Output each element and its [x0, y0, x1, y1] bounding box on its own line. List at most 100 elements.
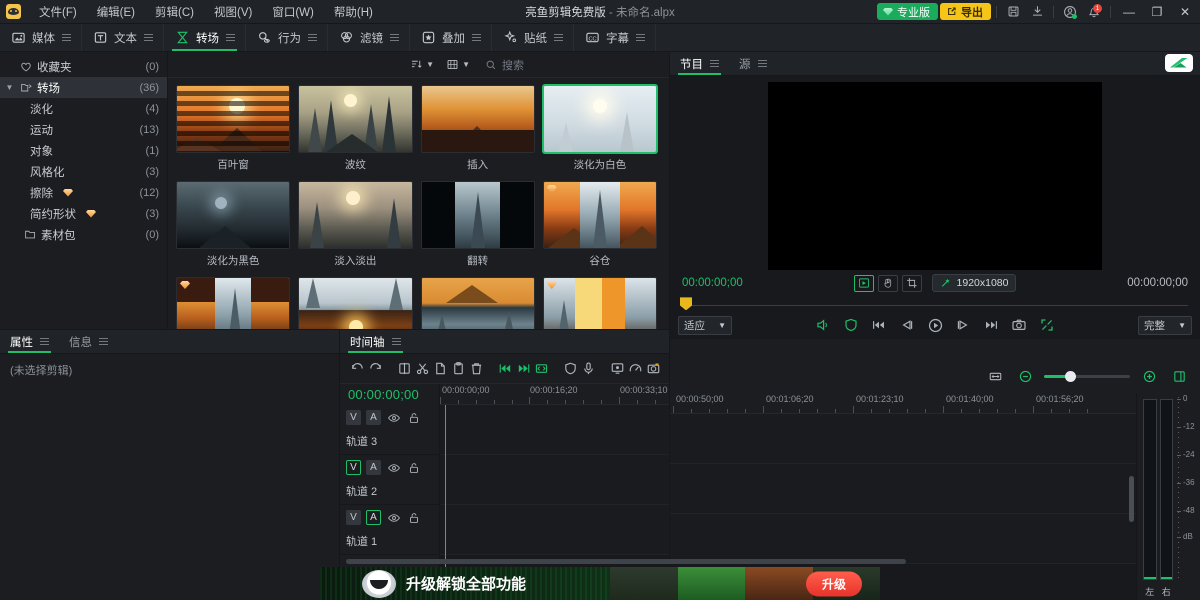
tab-info[interactable]: 信息 [59, 330, 118, 353]
tab-source[interactable]: 源 [729, 52, 777, 75]
thumbnail[interactable] [420, 85, 535, 153]
toolbar-tab-behavior[interactable]: 行为 [246, 24, 328, 51]
view-mode-button[interactable]: ▼ [443, 56, 473, 73]
grid-item[interactable]: 插入 [417, 82, 539, 178]
zoom-out-icon[interactable] [1014, 366, 1036, 388]
undo-icon[interactable] [350, 358, 365, 380]
grid-item[interactable]: 光圈 [172, 274, 294, 329]
account-icon[interactable] [1059, 2, 1081, 22]
sidebar-item-simple-shape[interactable]: 简约形状 (3) [0, 203, 167, 224]
mark-out-icon[interactable] [516, 358, 531, 380]
screen-record-icon[interactable] [610, 358, 625, 380]
sidebar-item-wipe[interactable]: 擦除 (12) [0, 182, 167, 203]
sidebar-item-motion[interactable]: 运动 (13) [0, 119, 167, 140]
menu-handle-icon[interactable] [390, 34, 399, 41]
eye-icon[interactable] [386, 460, 401, 475]
thumbnail[interactable] [298, 181, 413, 249]
menu-handle-icon[interactable] [757, 60, 767, 67]
microphone-icon[interactable] [581, 358, 596, 380]
play-icon[interactable] [926, 316, 945, 335]
preview-current-time[interactable]: 00:00:00;00 [682, 277, 743, 289]
hand-tool-icon[interactable] [877, 274, 898, 292]
track-lane-1[interactable] [670, 513, 1136, 564]
video-canvas[interactable] [768, 82, 1102, 270]
thumbnail[interactable] [298, 277, 413, 329]
toolbar-tab-sticker[interactable]: 贴纸 [492, 24, 574, 51]
menu-window[interactable]: 窗口(W) [262, 1, 324, 23]
video-viewport[interactable] [670, 76, 1200, 272]
step-back-icon[interactable] [898, 316, 917, 335]
resolution-button[interactable]: 1920x1080 [931, 274, 1017, 293]
split-view-icon[interactable] [397, 358, 412, 380]
clip-range-icon[interactable] [534, 358, 549, 380]
eye-icon[interactable] [386, 510, 401, 525]
menu-clip[interactable]: 剪辑(C) [145, 1, 204, 23]
zoom-slider-handle[interactable] [1065, 371, 1076, 382]
preview-scrubber[interactable] [670, 294, 1200, 313]
sidebar-item-asset-pack[interactable]: 素材包 (0) [0, 224, 167, 245]
sidebar-item-stylize[interactable]: 风格化 (3) [0, 161, 167, 182]
paste-icon[interactable] [451, 358, 466, 380]
toolbar-tab-subtitle[interactable]: CC 字幕 [574, 24, 656, 51]
menu-handle-icon[interactable] [226, 34, 235, 41]
toolbar-tab-media[interactable]: 媒体 [0, 24, 82, 51]
track1-video-toggle[interactable]: V [346, 510, 361, 525]
menu-handle-icon[interactable] [554, 34, 563, 41]
grid-item[interactable]: 滑到顶部 [417, 274, 539, 329]
speed-icon[interactable] [628, 358, 643, 380]
menu-handle-icon[interactable] [144, 34, 153, 41]
menu-help[interactable]: 帮助(H) [324, 1, 383, 23]
search-input[interactable]: 搜索 [479, 56, 659, 74]
minimize-button[interactable]: — [1116, 1, 1142, 23]
thumbnail[interactable] [542, 85, 657, 153]
safe-margin-icon[interactable] [842, 316, 861, 335]
grid-item[interactable]: 谷仓 [539, 178, 661, 274]
tab-program[interactable]: 节目 [670, 52, 729, 75]
thumbnail[interactable] [176, 85, 291, 153]
track2-video-toggle[interactable]: V [346, 460, 361, 475]
quality-select[interactable]: 完整 ▼ [1138, 315, 1192, 335]
sort-button[interactable]: ▼ [407, 56, 437, 73]
menu-edit[interactable]: 编辑(E) [87, 1, 145, 23]
thumbnail[interactable] [298, 85, 413, 153]
track-lane-3[interactable] [440, 405, 669, 455]
grid-item[interactable]: 翻转 [417, 178, 539, 274]
menu-file[interactable]: 文件(F) [29, 1, 87, 23]
grid-item[interactable]: 淡化为黑色 [172, 178, 294, 274]
menu-handle-icon[interactable] [710, 60, 719, 67]
cut-icon[interactable] [415, 358, 430, 380]
menu-handle-icon[interactable] [62, 34, 71, 41]
zoom-in-icon[interactable] [1138, 366, 1160, 388]
menu-handle-icon[interactable] [308, 34, 317, 41]
crop-tool-icon[interactable] [901, 274, 922, 292]
fit-mode-select[interactable]: 适应 ▼ [678, 315, 732, 335]
detail-view-icon[interactable] [1168, 366, 1190, 388]
unlock-icon[interactable] [406, 460, 421, 475]
menu-view[interactable]: 视图(V) [204, 1, 262, 23]
tab-timeline[interactable]: 时间轴 [340, 330, 411, 353]
banner-upgrade-button[interactable]: 升级 [805, 571, 862, 596]
track2-audio-toggle[interactable]: A [366, 460, 381, 475]
grid-item[interactable]: 滑到底部 [294, 274, 416, 329]
track1-audio-toggle[interactable]: A [366, 510, 381, 525]
scrubber-handle[interactable] [680, 297, 692, 311]
timeline-ruler-right[interactable]: 00:00:50;00 00:01:06;20 00:01:23;10 00:0… [670, 392, 1136, 414]
copy-icon[interactable] [433, 358, 448, 380]
sidebar-item-favorites[interactable]: 收藏夹 (0) [0, 56, 167, 77]
close-button[interactable]: ✕ [1172, 1, 1198, 23]
toolbar-tab-text[interactable]: 文本 [82, 24, 164, 51]
unlock-icon[interactable] [406, 410, 421, 425]
delete-icon[interactable] [469, 358, 484, 380]
grid-item[interactable]: 淡入淡出 [294, 178, 416, 274]
volume-icon[interactable] [814, 316, 833, 335]
scrubber-track[interactable] [682, 305, 1188, 307]
download-icon[interactable] [1026, 2, 1048, 22]
export-button[interactable]: 导出 [940, 3, 991, 20]
thumbnail[interactable] [542, 181, 657, 249]
menu-handle-icon[interactable] [472, 34, 481, 41]
track-lane-1[interactable] [440, 505, 669, 555]
sidebar-item-transitions[interactable]: ▼ 转场 (36) [0, 77, 167, 98]
eye-icon[interactable] [386, 410, 401, 425]
thumbnail[interactable] [176, 181, 291, 249]
track-lane-2[interactable] [670, 463, 1136, 514]
